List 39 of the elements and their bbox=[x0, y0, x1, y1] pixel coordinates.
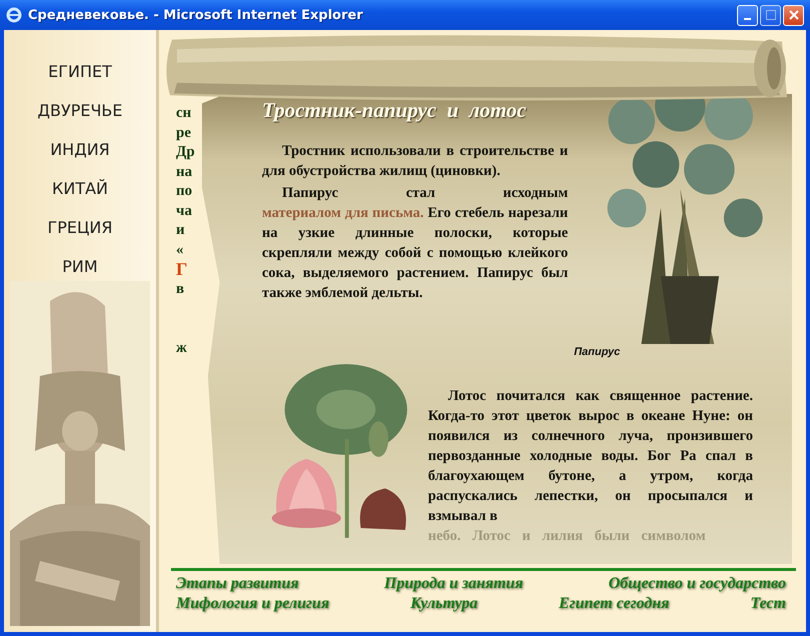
text-fragment: и bbox=[176, 221, 185, 240]
close-button[interactable] bbox=[783, 4, 804, 26]
text-fragment: Др bbox=[176, 143, 195, 162]
text-fragment: ре bbox=[176, 124, 191, 142]
minimize-button[interactable] bbox=[737, 4, 758, 26]
sidebar-link[interactable]: ИНДИЯ bbox=[50, 138, 110, 161]
text-fragment: « bbox=[176, 240, 184, 260]
nav-link[interactable]: Тест bbox=[750, 595, 786, 613]
paragraph: Тростник использовали в строительстве и для обустройства жилищ (циновки). bbox=[262, 142, 568, 181]
sidebar-link[interactable]: ДВУРЕЧЬЕ bbox=[37, 99, 123, 122]
text-fragment: ча bbox=[176, 202, 192, 220]
sidebar-link[interactable]: РИМ bbox=[62, 255, 98, 278]
paragraph: Папирус стал исходным материалом для письма. Его стебель нарезали на узкие длинные полоски, которые скрепляли между собой с помощью клейкого сока, выделяемого растением. Папирус был также эмблемой дельты. bbox=[262, 184, 568, 303]
sidebar-link[interactable]: КИТАЙ bbox=[52, 177, 108, 200]
nav-link[interactable]: Мифология и религия bbox=[176, 595, 330, 613]
text-fragment: Г bbox=[176, 260, 188, 280]
sidebar-link[interactable]: ГРЕЦИЯ bbox=[47, 216, 113, 239]
text-fragment: по bbox=[176, 182, 192, 201]
image-caption: Папирус bbox=[574, 346, 620, 358]
maximize-icon bbox=[766, 10, 776, 20]
text-fragment: на bbox=[176, 162, 192, 182]
nav-link[interactable]: Природа и занятия bbox=[384, 575, 524, 593]
nav-link[interactable]: Этапы развития bbox=[176, 575, 299, 593]
sidebar-link[interactable]: ЕГИПЕТ bbox=[48, 60, 112, 83]
minimize-icon bbox=[744, 18, 751, 20]
nav-link[interactable]: Культура bbox=[410, 595, 478, 613]
window-title: Средневековье. - Microsoft Internet Explorer bbox=[28, 8, 363, 22]
paragraph: Лотос почитался как священное растение. Когда-то этот цветок вырос в океане Нуне: он появился из солнечного луча, пронзившего первозданные холодные воды. Бог Ра спал в благоухающем бутоне, а утром, когда распускались лепестки, он просыпался и взмывал в bbox=[428, 387, 753, 526]
paragraph: небо. Лотос и лилия были символом bbox=[428, 527, 707, 546]
section-title: Тростник-папирус и лотос bbox=[262, 98, 528, 123]
browser-icon bbox=[6, 7, 22, 23]
maximize-button[interactable] bbox=[760, 4, 781, 26]
nav-link[interactable]: Египет сегодня bbox=[558, 595, 670, 613]
text-fragment: ж bbox=[176, 339, 187, 358]
nav-link[interactable]: Общество и государство bbox=[608, 575, 786, 593]
text-link[interactable]: материалом для письма. bbox=[262, 205, 424, 221]
text-fragment: сн bbox=[176, 104, 192, 123]
text-fragment: в bbox=[176, 280, 184, 298]
close-icon bbox=[788, 10, 798, 20]
